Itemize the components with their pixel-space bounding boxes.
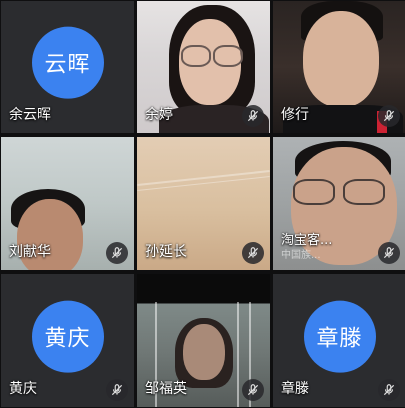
avatar: 黄庆 (31, 300, 104, 373)
participant-name: 刘献华 (9, 244, 51, 260)
video-grid: 云晖 余云晖 余婷 修行 刘献华 孙延长 淘宝客... 中国族... 黄庆 黄庆… (0, 0, 405, 408)
avatar: 云晖 (31, 26, 104, 99)
participant-tile-2[interactable]: 余婷 (137, 1, 270, 133)
avatar-text: 黄庆 (44, 326, 91, 352)
participant-name: 邹福英 (145, 381, 187, 397)
participant-tile-4[interactable]: 刘献华 (1, 137, 134, 270)
avatar-text: 云晖 (44, 52, 91, 78)
mic-off-icon (378, 105, 400, 127)
mic-off-icon (242, 105, 264, 127)
participant-name: 余婷 (145, 107, 173, 123)
participant-tile-1[interactable]: 云晖 余云晖 (1, 1, 134, 133)
mic-off-icon (106, 242, 128, 264)
participant-tile-8[interactable]: 邹福英 (137, 274, 270, 407)
participant-name: 修行 (281, 107, 309, 123)
participant-tile-7[interactable]: 黄庆 黄庆 (1, 274, 134, 407)
mic-off-icon (242, 379, 264, 401)
participant-tile-5[interactable]: 孙延长 (137, 137, 270, 270)
avatar: 章滕 (303, 300, 376, 373)
avatar-text: 章滕 (316, 326, 363, 352)
mic-off-icon (106, 379, 128, 401)
mic-off-icon (378, 379, 400, 401)
participant-name: 黄庆 (9, 381, 37, 397)
participant-tile-9[interactable]: 章滕 章滕 (273, 274, 405, 407)
mic-off-icon (242, 242, 264, 264)
mic-off-icon (378, 242, 400, 264)
participant-name: 孙延长 (145, 244, 187, 260)
participant-name: 余云晖 (9, 107, 51, 123)
participant-name: 章滕 (281, 381, 309, 397)
participant-tile-6[interactable]: 淘宝客... 中国族... (273, 137, 405, 270)
participant-tile-3[interactable]: 修行 (273, 1, 405, 133)
participant-subtitle: 中国族... (281, 250, 321, 261)
